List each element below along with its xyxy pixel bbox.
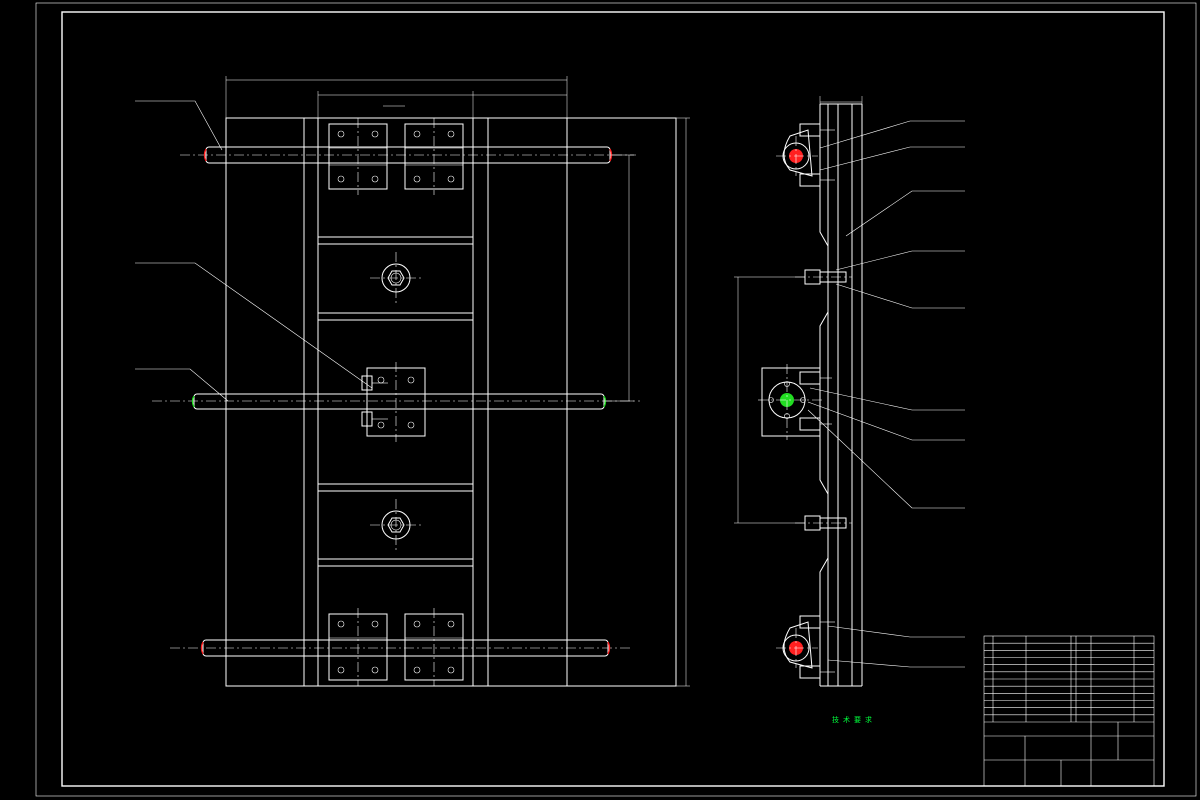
title-block (983, 635, 1155, 787)
parts-list-rows (984, 642, 1154, 723)
shaft-bottom (170, 639, 632, 657)
inner-border (61, 11, 1165, 787)
outer-border (35, 2, 1197, 797)
leader-lines-front (135, 100, 373, 402)
side-center-clamp (758, 364, 832, 440)
side-view (734, 96, 965, 687)
bearing-block-top-right (404, 118, 464, 195)
cad-drawing: 技术要求 (35, 2, 1197, 797)
side-bearing-top (776, 123, 835, 187)
bearing-block-bottom-left (328, 608, 388, 686)
bearing-block-bottom-right (404, 608, 464, 686)
hex-nut-lower (370, 499, 422, 551)
leader-lines-side (807, 120, 965, 668)
hex-nut-upper (370, 252, 422, 304)
bearing-block-top-left (328, 118, 388, 195)
technical-requirements-title: 技术要求 (832, 715, 876, 724)
front-view-dimensions (225, 76, 690, 687)
side-bearing-bottom (776, 615, 835, 679)
front-view (135, 76, 690, 687)
shaft-top (180, 146, 636, 164)
technical-requirements: 技术要求 (832, 715, 876, 724)
center-clamp-block (361, 362, 426, 442)
cross-member-upper (318, 236, 473, 321)
